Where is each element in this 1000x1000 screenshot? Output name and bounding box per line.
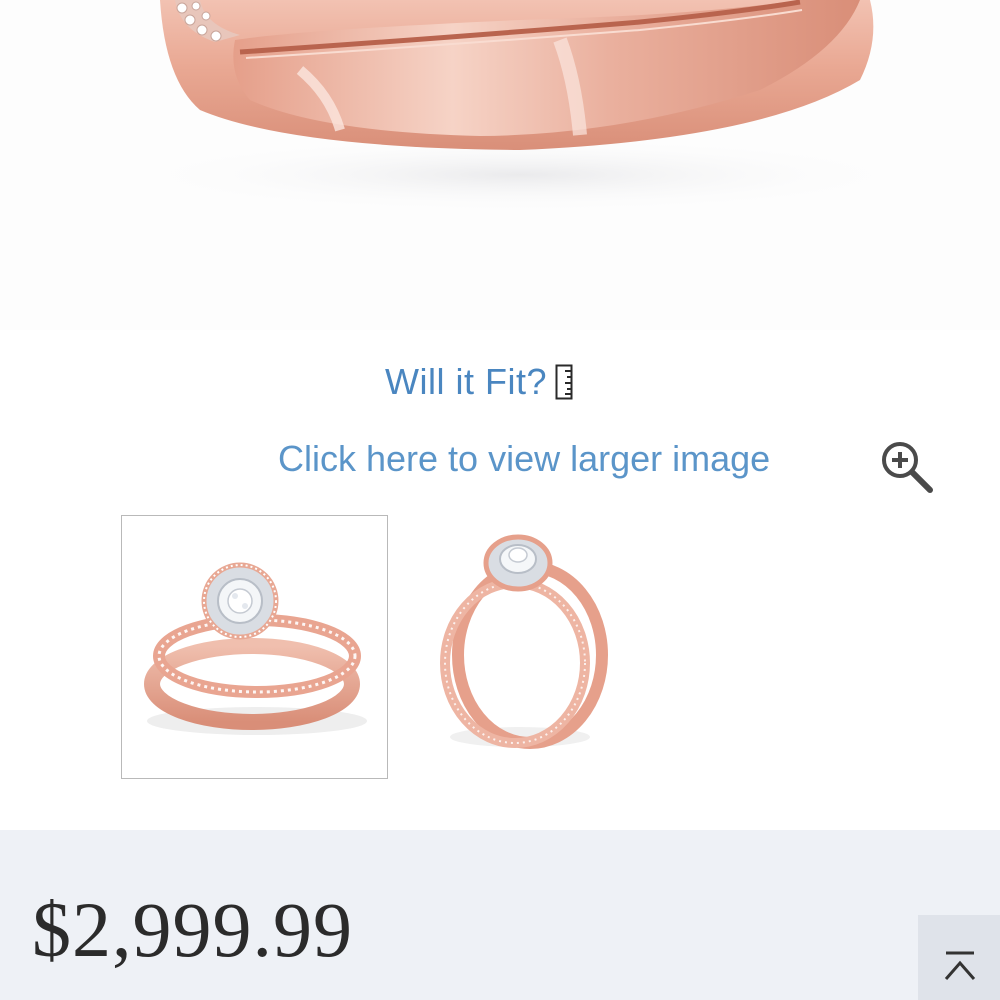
thumbnail-side-view[interactable] (420, 515, 640, 779)
scroll-to-top-button[interactable] (918, 915, 1000, 1000)
ruler-icon (555, 364, 573, 400)
product-price: $2,999.99 (32, 886, 353, 973)
zoom-in-icon[interactable] (876, 436, 936, 496)
ring-set-side-image (440, 534, 608, 749)
will-it-fit-link[interactable]: Will it Fit? (385, 360, 573, 404)
ring-closeup-image (100, 0, 940, 215)
will-it-fit-label: Will it Fit? (385, 361, 547, 402)
view-larger-image-link[interactable]: Click here to view larger image (278, 436, 770, 482)
ring-set-angled-image (144, 562, 367, 735)
chevron-up-icon (944, 951, 976, 980)
view-larger-image-label: Click here to view larger image (278, 438, 771, 479)
thumbnail-angled-view[interactable] (121, 515, 388, 779)
main-product-image[interactable] (0, 0, 1000, 330)
